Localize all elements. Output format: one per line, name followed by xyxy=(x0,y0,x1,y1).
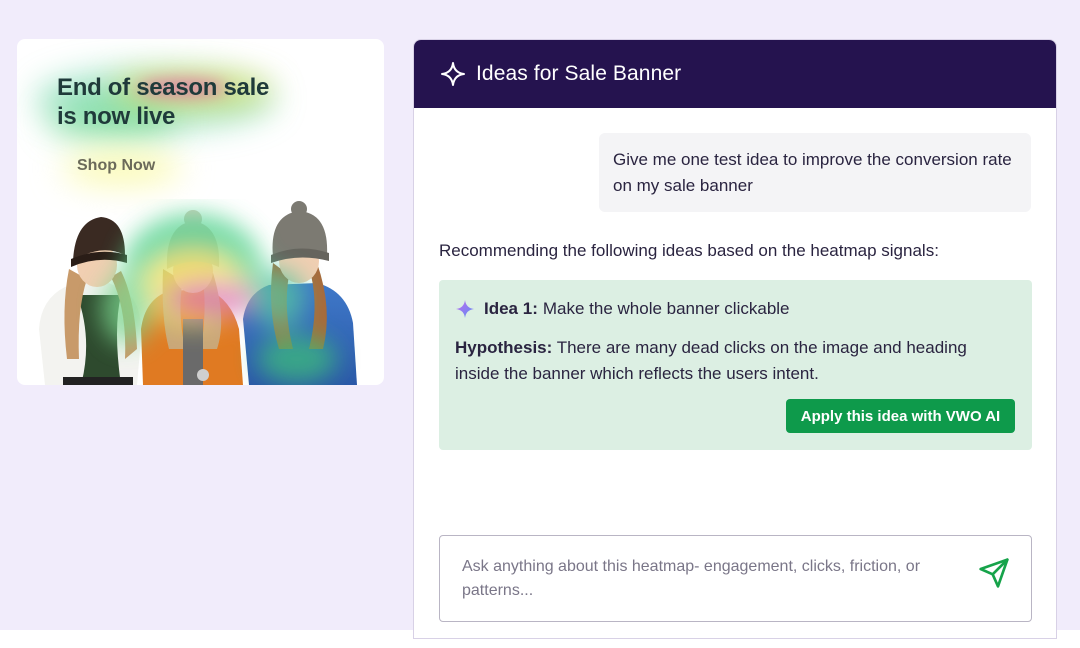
ai-ideas-panel: Ideas for Sale Banner Give me one test i… xyxy=(413,39,1057,639)
sale-banner-heatmap[interactable]: End of season sale is now live Shop Now xyxy=(17,39,384,385)
banner-heading-line1: End of season sale xyxy=(57,74,270,101)
sparkle-icon xyxy=(441,62,465,86)
send-icon xyxy=(979,558,1009,588)
hypothesis-label: Hypothesis: xyxy=(455,338,553,357)
banner-image[interactable] xyxy=(17,199,384,385)
people-illustration xyxy=(39,201,357,385)
panel-header: Ideas for Sale Banner xyxy=(414,40,1056,108)
send-button[interactable] xyxy=(975,554,1013,592)
recommendation-text: Recommending the following ideas based o… xyxy=(439,241,939,260)
sparkle-gradient-icon xyxy=(456,300,474,318)
banner-heading[interactable]: End of season sale is now live xyxy=(57,73,297,131)
banner-heading-line2: is now live xyxy=(57,103,176,130)
idea-label: Idea 1: xyxy=(484,299,538,318)
hypothesis: Hypothesis: There are many dead clicks o… xyxy=(455,335,1015,387)
chat-input[interactable] xyxy=(440,536,980,621)
shop-now-button[interactable]: Shop Now xyxy=(77,157,155,175)
idea-text: Make the whole banner clickable xyxy=(542,299,790,318)
panel-title: Ideas for Sale Banner xyxy=(476,62,682,85)
user-message-bubble: Give me one test idea to improve the con… xyxy=(599,133,1031,212)
apply-idea-button[interactable]: Apply this idea with VWO AI xyxy=(786,399,1015,433)
idea-title: Idea 1: Make the whole banner clickable xyxy=(455,299,790,319)
idea-card: Idea 1: Make the whole banner clickable … xyxy=(439,280,1032,450)
chat-input-box[interactable] xyxy=(439,535,1032,622)
